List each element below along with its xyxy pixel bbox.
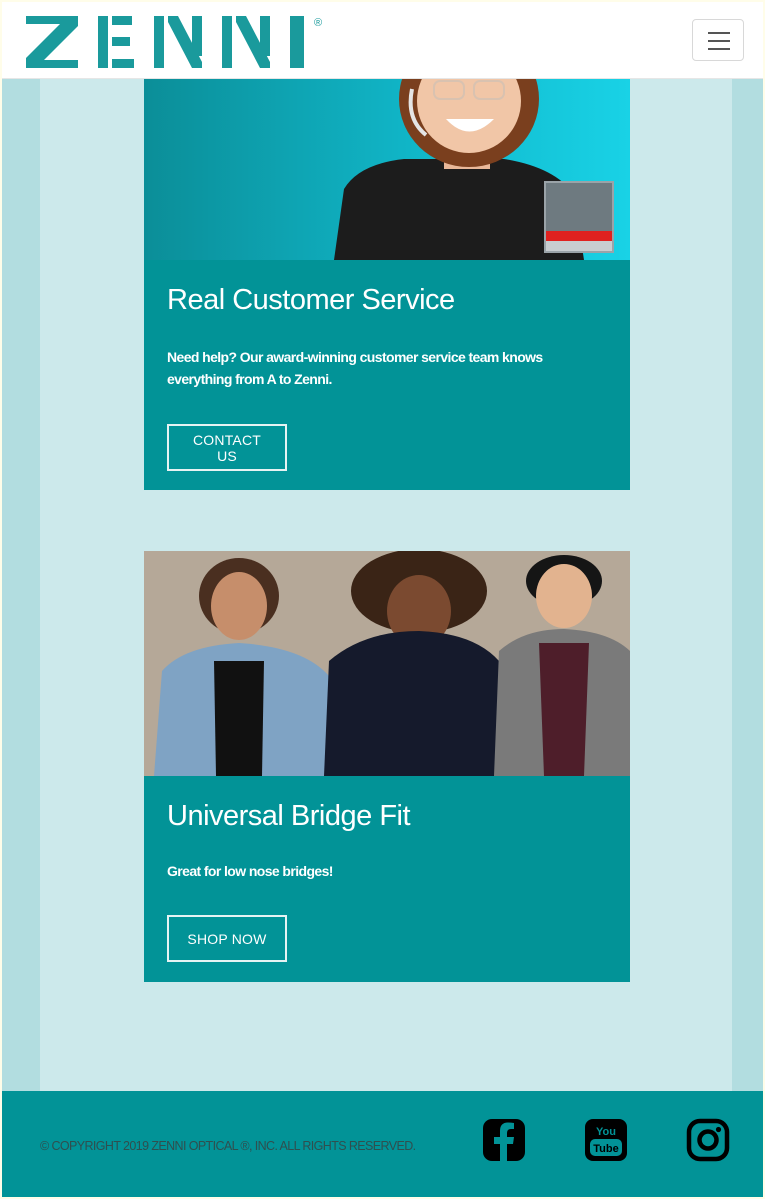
universal-bridge-card: Universal Bridge Fit Great for low nose … — [144, 551, 630, 982]
card-title: Real Customer Service — [167, 284, 455, 316]
menu-bar — [708, 40, 730, 42]
svg-text:Tube: Tube — [593, 1143, 618, 1155]
menu-bar — [708, 32, 730, 34]
customer-service-photo — [144, 79, 630, 260]
svg-text:You: You — [596, 1126, 616, 1138]
customer-service-card: Real Customer Service Need help? Our awa… — [144, 79, 630, 490]
site-footer: © COPYRIGHT 2019 ZENNI OPTICAL ®, INC. A… — [2, 1091, 763, 1197]
hamburger-menu-icon[interactable] — [692, 19, 744, 61]
svg-text:®: ® — [314, 17, 322, 29]
youtube-icon-graphic: You Tube — [585, 1119, 627, 1161]
site-header: ® — [2, 2, 763, 79]
zenni-logo-graphic: ® — [26, 16, 322, 68]
card-description: Need help? Our award-winning customer se… — [167, 349, 543, 387]
customer-service-image — [144, 79, 630, 260]
facebook-icon-graphic — [483, 1119, 525, 1161]
copyright-text: © COPYRIGHT 2019 ZENNI OPTICAL ®, INC. A… — [40, 1139, 416, 1153]
main-content: Real Customer Service Need help? Our awa… — [40, 79, 732, 1091]
card-title: Universal Bridge Fit — [167, 800, 411, 832]
facebook-icon[interactable] — [481, 1117, 527, 1163]
menu-bar — [708, 48, 730, 50]
award-badge — [544, 181, 614, 253]
contact-us-button[interactable]: CONTACT US — [167, 424, 287, 471]
universal-bridge-body: Universal Bridge Fit Great for low nose … — [144, 776, 630, 982]
universal-bridge-image — [144, 551, 630, 776]
shop-now-button[interactable]: SHOP NOW — [167, 915, 287, 962]
group-photo — [144, 551, 630, 776]
page: ® Real Customer Service Need help? Our a… — [2, 2, 763, 1197]
zenni-logo[interactable]: ® — [26, 14, 336, 70]
instagram-icon-graphic — [686, 1118, 730, 1162]
instagram-icon[interactable] — [685, 1117, 731, 1163]
youtube-icon[interactable]: You Tube — [583, 1117, 629, 1163]
customer-service-body: Real Customer Service Need help? Our awa… — [144, 260, 630, 490]
card-description: Great for low nose bridges! — [167, 863, 333, 879]
